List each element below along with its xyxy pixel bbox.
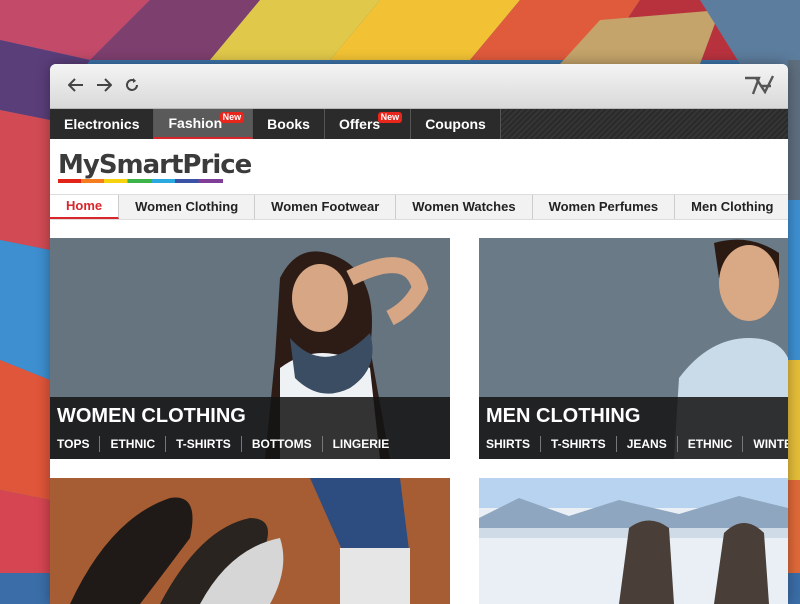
card-link-shirts[interactable]: SHIRTS bbox=[486, 436, 540, 452]
subnav-home[interactable]: Home bbox=[50, 195, 120, 219]
topnav-label: Coupons bbox=[425, 116, 486, 132]
new-badge: New bbox=[219, 112, 245, 123]
card-title: WOMEN CLOTHING bbox=[57, 405, 246, 427]
subnav-women-footwear[interactable]: Women Footwear bbox=[255, 195, 397, 219]
card-caption: WOMEN CLOTHING TOPS ETHNIC T-SHIRTS BOTT… bbox=[50, 397, 450, 459]
topnav-books[interactable]: Books bbox=[253, 109, 325, 139]
topnav-coupons[interactable]: Coupons bbox=[411, 109, 501, 139]
men-clothing-card[interactable]: MEN CLOTHING SHIRTS T-SHIRTS JEANS ETHNI… bbox=[479, 238, 788, 459]
card-title: MEN CLOTHING bbox=[486, 405, 641, 427]
card-link-bottoms[interactable]: BOTTOMS bbox=[240, 436, 322, 452]
topnav-label: Offers bbox=[338, 116, 381, 132]
site-logo-text: MySmartPrice bbox=[58, 150, 252, 180]
men-footwear-card[interactable] bbox=[479, 478, 788, 604]
card-link-lingerie[interactable]: LINGERIE bbox=[321, 436, 400, 452]
card-link-ethnic[interactable]: ETHNIC bbox=[676, 436, 743, 452]
women-footwear-card[interactable] bbox=[50, 478, 450, 604]
subnav-women-clothing[interactable]: Women Clothing bbox=[119, 195, 256, 219]
brand-bar: MySmartPrice bbox=[50, 139, 788, 194]
topnav-electronics[interactable]: Electronics bbox=[50, 109, 155, 139]
card-caption: MEN CLOTHING SHIRTS T-SHIRTS JEANS ETHNI… bbox=[479, 397, 788, 459]
browser-window: Electronics Fashion New Books Offers New C… bbox=[50, 64, 788, 604]
women-clothing-card[interactable]: WOMEN CLOTHING TOPS ETHNIC T-SHIRTS BOTT… bbox=[50, 238, 450, 459]
category-grid: WOMEN CLOTHING TOPS ETHNIC T-SHIRTS BOTT… bbox=[50, 238, 788, 604]
card-link-ethnic[interactable]: ETHNIC bbox=[99, 436, 165, 452]
arrow-right-icon[interactable] bbox=[94, 75, 114, 95]
topnav-offers[interactable]: Offers New bbox=[324, 109, 412, 139]
card-link-t-shirts[interactable]: T-SHIRTS bbox=[165, 436, 241, 452]
card-link-t-shirts[interactable]: T-SHIRTS bbox=[540, 436, 616, 452]
subnav-women-watches[interactable]: Women Watches bbox=[396, 195, 533, 219]
boots-photo bbox=[479, 478, 788, 604]
reload-icon[interactable] bbox=[122, 75, 142, 95]
card-link-jeans[interactable]: JEANS bbox=[615, 436, 677, 452]
subnav-men-clothing[interactable]: Men Clothing bbox=[675, 195, 788, 219]
topnav-label: Electronics bbox=[64, 116, 140, 132]
top-navigation: Electronics Fashion New Books Offers New C… bbox=[50, 109, 788, 139]
topnav-fashion[interactable]: Fashion New bbox=[154, 109, 254, 139]
ta-logo-icon[interactable] bbox=[744, 74, 775, 101]
topnav-label: Books bbox=[267, 116, 310, 132]
card-link-tops[interactable]: TOPS bbox=[57, 436, 99, 452]
topnav-label: Fashion bbox=[168, 115, 223, 131]
new-badge: New bbox=[377, 112, 403, 123]
browser-toolbar bbox=[50, 64, 788, 109]
card-link-winter[interactable]: WINTER bbox=[742, 436, 788, 452]
subnav-women-perfumes[interactable]: Women Perfumes bbox=[533, 195, 676, 219]
footwear-photo bbox=[50, 478, 450, 604]
arrow-left-icon[interactable] bbox=[66, 75, 86, 95]
category-subnav: Home Women Clothing Women Footwear Women… bbox=[50, 194, 788, 220]
site-logo[interactable]: MySmartPrice bbox=[58, 150, 252, 183]
